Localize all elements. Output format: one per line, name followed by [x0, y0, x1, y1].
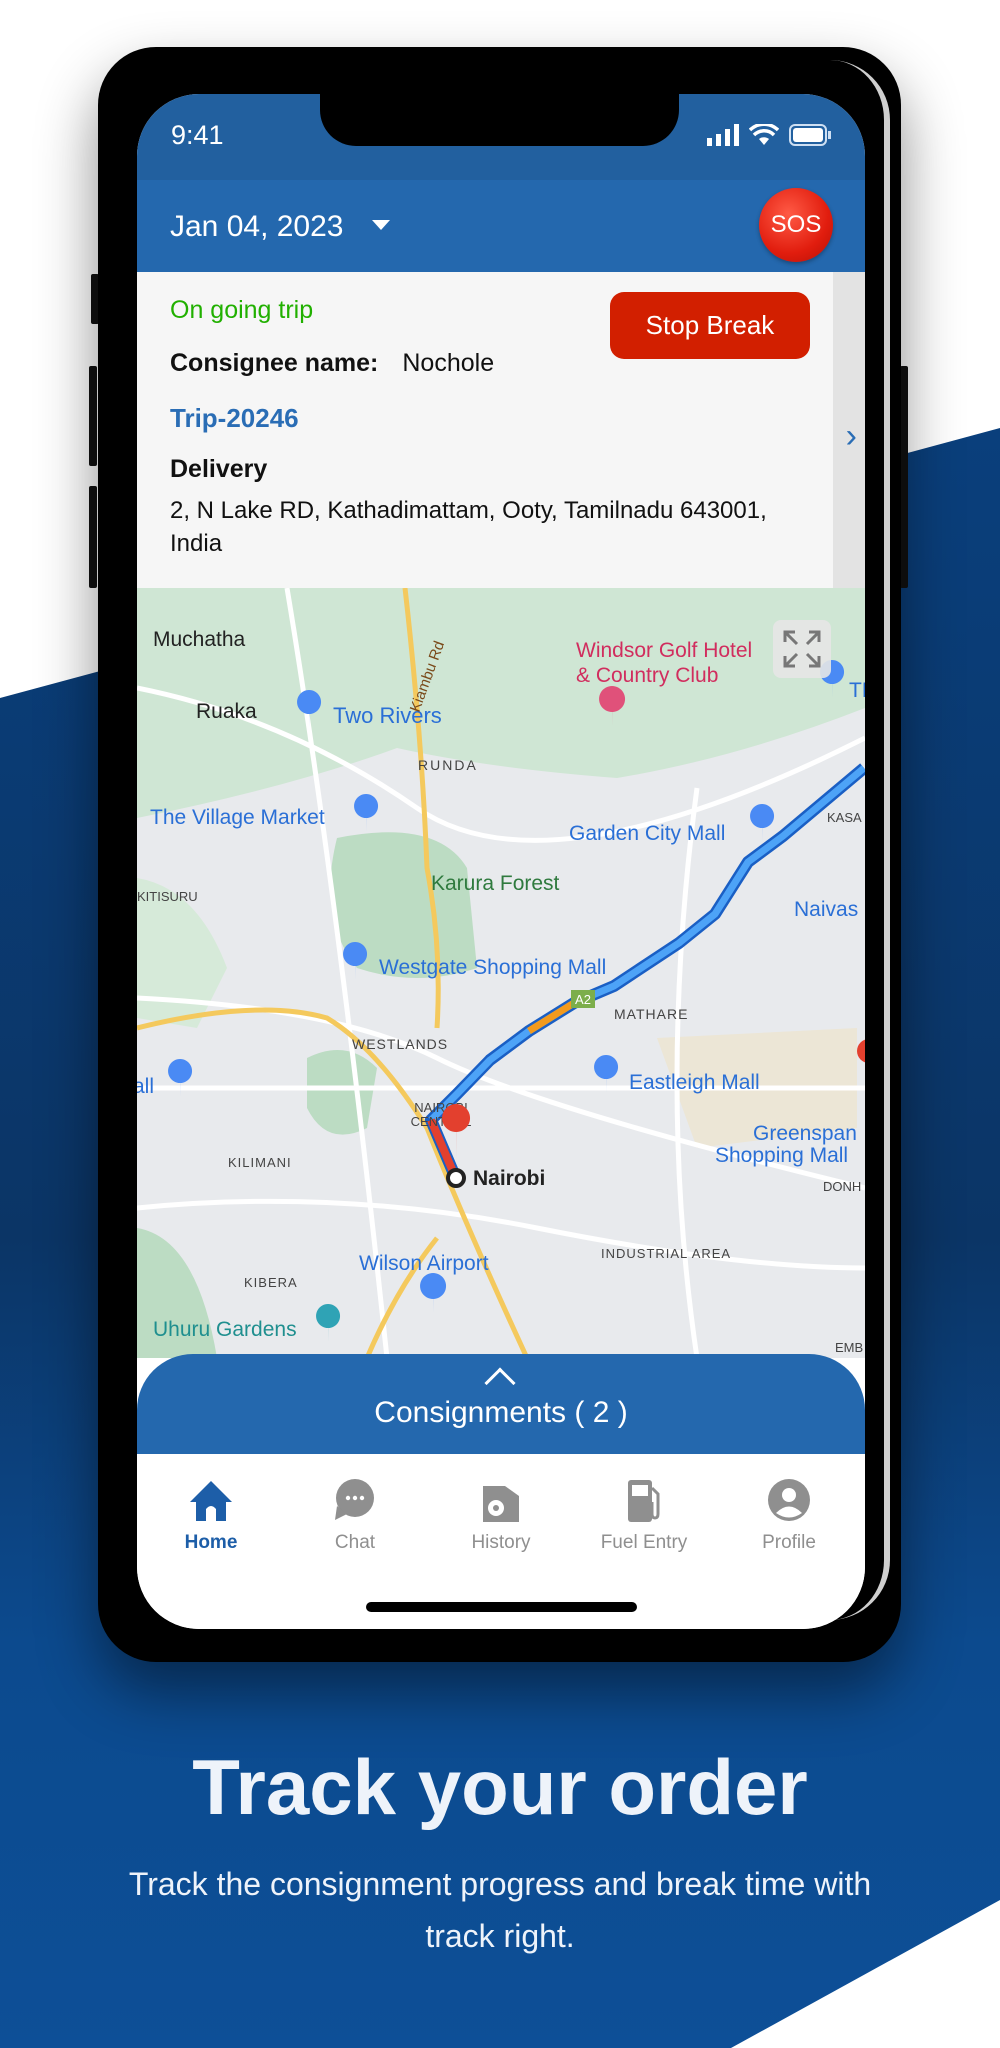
map-label: Muchatha: [153, 628, 246, 651]
nav-label: Fuel Entry: [600, 1532, 688, 1553]
map-label: Garden City Mall: [569, 822, 725, 845]
map-label: KITISURU: [137, 889, 198, 904]
trip-status: On going trip: [170, 296, 314, 324]
sos-button[interactable]: SOS: [759, 188, 833, 262]
nav-item-history[interactable]: History: [441, 1478, 561, 1554]
signal-icon: [707, 124, 739, 146]
caret-down-icon[interactable]: [372, 220, 390, 230]
map-label: Westgate Shopping Mall: [379, 956, 606, 979]
promo-title: Track your order: [192, 1743, 808, 1831]
fullscreen-icon[interactable]: [773, 620, 831, 678]
app-screen: 9:41 Jan 04, 2023 SOS › On going trip St…: [137, 94, 865, 1629]
history-icon: [483, 1486, 519, 1522]
map-label: The Village Market: [150, 806, 325, 829]
home-indicator[interactable]: [366, 1602, 637, 1612]
delivery-address: 2, N Lake RD, Kathadimattam, Ooty, Tamil…: [170, 497, 767, 557]
map-label: TR: [849, 679, 865, 702]
battery-icon: [789, 124, 831, 146]
nav-label: Home: [184, 1532, 238, 1553]
delivery-label: Delivery: [170, 455, 268, 483]
volume-up-button: [89, 366, 97, 466]
consignments-label: Consignments ( 2 ): [374, 1396, 628, 1429]
consignee-label: Consignee name:: [170, 349, 379, 377]
wifi-icon: [749, 124, 779, 145]
nav-item-chat[interactable]: Chat: [295, 1478, 415, 1554]
map-label: RUNDA: [418, 757, 478, 773]
consignee-value: Nochole: [402, 349, 495, 377]
map-label: A2: [575, 992, 591, 1007]
map-label: all: [137, 1075, 154, 1098]
map-label: Naivas: [794, 898, 858, 921]
profile-icon: [768, 1479, 810, 1521]
map-label: MATHARE: [614, 1006, 688, 1022]
map-label: KASA: [827, 810, 862, 825]
fuel-icon: [628, 1480, 660, 1522]
date-header: Jan 04, 2023 SOS: [137, 180, 865, 272]
map-label: Windsor Golf Hotel: [576, 639, 752, 662]
map-label: Wilson Airport: [359, 1252, 489, 1275]
nav-label: Chat: [334, 1532, 376, 1553]
volume-down-button: [89, 486, 97, 588]
map-label: INDUSTRIAL AREA: [601, 1246, 731, 1261]
chevron-up-icon[interactable]: [484, 1367, 516, 1399]
map-label: WESTLANDS: [352, 1036, 448, 1052]
nav-item-profile[interactable]: Profile: [729, 1478, 849, 1554]
map-label: KIBERA: [244, 1275, 298, 1290]
nav-label: History: [471, 1532, 531, 1553]
power-button: [900, 366, 908, 588]
map-label: DONH: [823, 1179, 861, 1194]
trip-card[interactable]: › On going trip Stop Break Consignee nam…: [137, 272, 865, 588]
promo-subtitle: Track the consignment progress and break…: [128, 1866, 872, 1954]
map-green-park: [307, 1050, 377, 1135]
map-label: Eastleigh Mall: [629, 1071, 760, 1094]
stop-break-button[interactable]: Stop Break: [610, 292, 810, 359]
map-label: & Country Club: [576, 664, 718, 687]
notch: [320, 94, 679, 146]
chevron-right-icon[interactable]: ›: [846, 417, 857, 456]
map-label: Ruaka: [196, 700, 257, 723]
map-label: Shopping Mall: [715, 1144, 848, 1167]
consignments-panel[interactable]: Consignments ( 2 ): [137, 1354, 865, 1454]
map-label: KILIMANI: [228, 1155, 292, 1170]
nav-item-fuel-entry[interactable]: Fuel Entry: [584, 1478, 704, 1554]
map-label: Nairobi: [473, 1167, 545, 1190]
chat-icon: [335, 1479, 374, 1520]
nav-label: Profile: [762, 1532, 816, 1553]
route-map[interactable]: A2 Muchatha Ruaka Two Rivers Windsor Gol…: [137, 588, 865, 1358]
trip-id-link[interactable]: Trip-20246: [170, 403, 299, 434]
map-label: Greenspan: [753, 1122, 857, 1145]
home-icon: [190, 1481, 232, 1521]
current-location-icon: [446, 1168, 466, 1188]
nav-item-home[interactable]: Home: [151, 1478, 271, 1554]
map-label: Karura Forest: [431, 872, 560, 895]
status-time: 9:41: [171, 120, 224, 150]
map-label: Uhuru Gardens: [153, 1318, 297, 1341]
date-selector[interactable]: Jan 04, 2023: [170, 210, 343, 244]
consignee-row: Consignee name: Nochole: [170, 349, 494, 378]
map-label: EMB: [835, 1340, 863, 1355]
